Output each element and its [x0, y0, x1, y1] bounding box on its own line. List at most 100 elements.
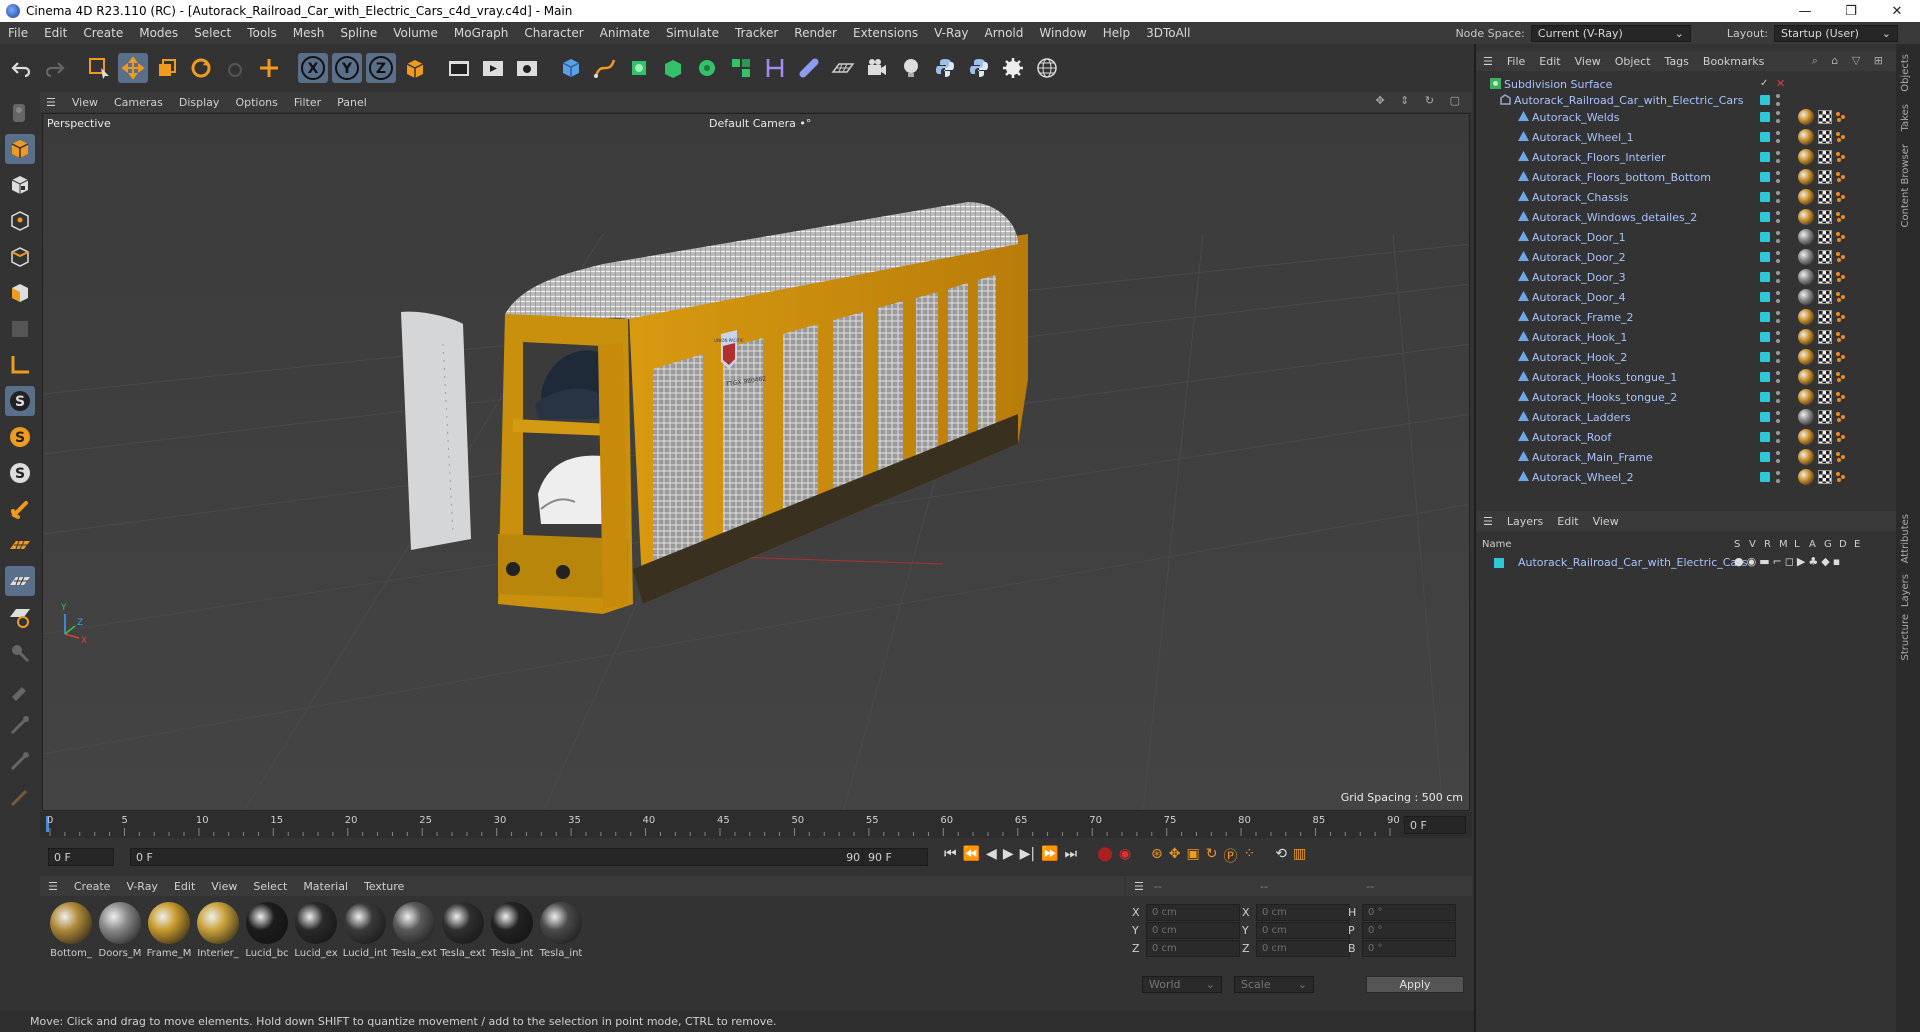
y-axis-lock-button[interactable]: Y	[332, 53, 362, 83]
paint-tool-icon[interactable]	[5, 674, 35, 704]
material-menu-select[interactable]: Select	[245, 880, 295, 893]
z-axis-lock-button[interactable]: Z	[366, 53, 396, 83]
material-swatch[interactable]: Lucid_bc	[244, 902, 290, 964]
menu-tracker[interactable]: Tracker	[727, 26, 786, 40]
layer-color-indicator[interactable]	[1760, 432, 1770, 442]
visibility-dots-icon[interactable]	[1776, 331, 1780, 343]
timeline-ruler[interactable]: 0 5 10 15 20 25 30 35 40 45 50 55 60 65 70 75 80 85 90 0 F	[40, 812, 1472, 838]
material-swatch[interactable]: Bottom_	[48, 902, 94, 964]
close-button[interactable]: ✕	[1874, 0, 1920, 22]
visibility-dots-icon[interactable]	[1776, 151, 1780, 163]
menu-edit[interactable]: Edit	[36, 26, 75, 40]
disabled-cross-icon[interactable]: ✕	[1776, 77, 1785, 90]
make-editable-icon[interactable]	[5, 98, 35, 128]
side-tab[interactable]: Attributes	[1900, 514, 1911, 563]
redo-icon[interactable]	[40, 53, 70, 83]
extrude-generator-icon[interactable]	[658, 53, 688, 83]
layer-color-indicator[interactable]	[1760, 352, 1770, 362]
object-row-child[interactable]: Autorack_Door_2	[1476, 247, 1881, 267]
object-row-child[interactable]: Autorack_Hooks_tongue_2	[1476, 387, 1881, 407]
layer-name-column[interactable]: Name	[1482, 539, 1512, 550]
current-frame-field[interactable]: 0 F	[48, 848, 114, 866]
texture-tag-icon[interactable]	[1818, 150, 1832, 164]
texture-tag-icon[interactable]	[1818, 410, 1832, 424]
layer-flag-column[interactable]: A	[1809, 539, 1816, 550]
material-swatch[interactable]: Interier_	[195, 902, 241, 964]
python-plugin-icon[interactable]	[964, 53, 994, 83]
snap-settings-icon[interactable]: S	[5, 422, 35, 452]
undo-icon[interactable]	[6, 53, 36, 83]
knife-tool-icon[interactable]	[5, 782, 35, 812]
layer-menu-icon[interactable]: ☰	[1476, 515, 1500, 528]
visibility-dots-icon[interactable]	[1776, 291, 1780, 303]
visibility-dots-icon[interactable]	[1776, 371, 1780, 383]
layer-color-indicator[interactable]	[1760, 132, 1770, 142]
key-position-icon[interactable]: ✥	[1169, 846, 1181, 866]
material-tag-icon[interactable]	[1798, 269, 1814, 285]
visibility-dots-icon[interactable]	[1776, 171, 1780, 183]
layer-flag-column[interactable]: L	[1794, 539, 1800, 550]
layer-color-indicator[interactable]	[1760, 412, 1770, 422]
viewport-menu-cameras[interactable]: Cameras	[106, 96, 171, 109]
material-swatch[interactable]: Tesla_ext	[440, 902, 486, 964]
material-tag-icon[interactable]	[1798, 389, 1814, 405]
material-menu-view[interactable]: View	[203, 880, 245, 893]
material-swatch[interactable]: Frame_M	[146, 902, 192, 964]
object-row-child[interactable]: Autorack_Wheel_2	[1476, 467, 1881, 487]
layer-color-indicator[interactable]	[1760, 192, 1770, 202]
max-frame-field[interactable]: 90 F	[862, 848, 928, 866]
object-row-child[interactable]: Autorack_Door_1	[1476, 227, 1881, 247]
object-row-child[interactable]: Autorack_Frame_2	[1476, 307, 1881, 327]
vray-globe-icon[interactable]	[1032, 53, 1062, 83]
menu-vray[interactable]: V-Ray	[926, 26, 976, 40]
quantize-icon[interactable]: S	[5, 458, 35, 488]
move-tool-icon[interactable]	[118, 53, 148, 83]
visibility-dots-icon[interactable]	[1776, 431, 1780, 443]
material-menu-edit[interactable]: Edit	[166, 880, 203, 893]
material-menu-create[interactable]: Create	[66, 880, 119, 893]
frame-range-slider[interactable]: 0 F 90 F	[130, 848, 876, 866]
locked-workplane-icon[interactable]	[5, 566, 35, 596]
phong-tag-icon[interactable]	[1836, 452, 1846, 462]
menu-select[interactable]: Select	[186, 26, 239, 40]
menu-window[interactable]: Window	[1031, 26, 1094, 40]
material-tag-icon[interactable]	[1798, 169, 1814, 185]
texture-tag-icon[interactable]	[1818, 470, 1832, 484]
layer-color-indicator[interactable]	[1760, 332, 1770, 342]
viewport-menu-view[interactable]: View	[64, 96, 106, 109]
object-row-child[interactable]: Autorack_Door_3	[1476, 267, 1881, 287]
layer-flag-icons[interactable]: ●◉▬⌐◻▶♣◆▪	[1734, 555, 1843, 568]
layer-color-indicator[interactable]	[1760, 232, 1770, 242]
recent-tools-icon[interactable]	[220, 53, 250, 83]
texture-tag-icon[interactable]	[1818, 370, 1832, 384]
timeline-layout-icon[interactable]: ▥	[1293, 846, 1306, 866]
object-menu-object[interactable]: Object	[1608, 55, 1658, 68]
x-axis-lock-button[interactable]: X	[298, 53, 328, 83]
node-space-dropdown[interactable]: Current (V-Ray) ⌄	[1530, 24, 1691, 42]
menu-animate[interactable]: Animate	[592, 26, 658, 40]
phong-tag-icon[interactable]	[1836, 372, 1846, 382]
deformer-icon[interactable]	[760, 53, 790, 83]
object-menu-icon[interactable]: ☰	[1476, 55, 1500, 68]
object-row-child[interactable]: Autorack_Hooks_tongue_1	[1476, 367, 1881, 387]
visibility-dots-icon[interactable]	[1776, 311, 1780, 323]
material-tag-icon[interactable]	[1798, 329, 1814, 345]
side-tab[interactable]: Content Browser	[1900, 144, 1911, 227]
planar-workplane-icon[interactable]	[5, 602, 35, 632]
side-tab[interactable]: Layers	[1900, 574, 1911, 607]
texture-mode-icon[interactable]	[5, 170, 35, 200]
material-menu-texture[interactable]: Texture	[356, 880, 412, 893]
object-row-child[interactable]: Autorack_Floors_bottom_Bottom	[1476, 167, 1881, 187]
phong-tag-icon[interactable]	[1836, 152, 1846, 162]
vray-settings-icon[interactable]	[998, 53, 1028, 83]
texture-tag-icon[interactable]	[1818, 210, 1832, 224]
layer-color-indicator[interactable]	[1760, 112, 1770, 122]
menu-character[interactable]: Character	[516, 26, 591, 40]
side-tab[interactable]: Structure	[1900, 614, 1911, 661]
render-view-icon[interactable]	[478, 53, 508, 83]
enabled-check-icon[interactable]: ✓	[1760, 78, 1768, 89]
polygons-mode-icon[interactable]	[5, 278, 35, 308]
menu-mesh[interactable]: Mesh	[285, 26, 333, 40]
menu-render[interactable]: Render	[786, 26, 845, 40]
layer-color-indicator[interactable]	[1760, 212, 1770, 222]
